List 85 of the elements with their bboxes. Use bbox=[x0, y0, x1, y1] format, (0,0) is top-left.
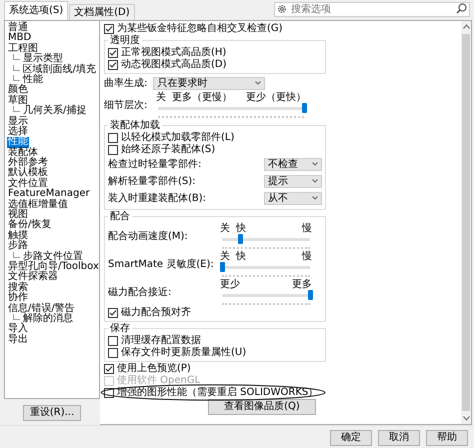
tree-item[interactable]: 普通 bbox=[7, 23, 29, 34]
search-icon[interactable] bbox=[456, 3, 467, 14]
tree-item[interactable]: 草图 bbox=[7, 96, 29, 106]
tree-item[interactable]: 触摸 bbox=[7, 230, 29, 242]
option-checkbox[interactable]: 动态视图模式高品质(D) bbox=[108, 59, 227, 70]
option-checkbox[interactable]: 磁力配合预对齐 bbox=[108, 307, 191, 318]
slider-mark-label: 关 bbox=[220, 223, 230, 234]
tree-item[interactable]: 导出 bbox=[7, 334, 29, 346]
tree-item[interactable]: 导入 bbox=[7, 324, 29, 335]
group-title: 装配体加载 bbox=[108, 120, 162, 131]
option-checkbox[interactable]: 以轻化模式加载零部件(L) bbox=[108, 132, 234, 143]
tree-item[interactable]: 文件位置 bbox=[7, 178, 49, 190]
group-title: 保存 bbox=[108, 323, 132, 334]
option-checkbox[interactable]: 清理缓存配置数据 bbox=[108, 335, 201, 346]
tree-item[interactable]: 性能 bbox=[22, 74, 44, 86]
option-checkbox[interactable]: 保存文件时更新质量属性(U) bbox=[108, 347, 246, 358]
slider-mark-label: 快 bbox=[236, 223, 246, 234]
tab[interactable]: 文档属性(D) bbox=[69, 4, 135, 20]
slider-mark-label: 慢 bbox=[302, 251, 312, 262]
slider-mark-label: 快 bbox=[236, 251, 246, 262]
dropdown[interactable]: 从不 bbox=[264, 192, 322, 204]
tree-item[interactable]: FeatureManager bbox=[7, 189, 91, 200]
tree-item[interactable]: MBD bbox=[7, 33, 32, 44]
slider-mark-label: 关 bbox=[220, 251, 230, 262]
search-field[interactable]: 搜索选项 bbox=[274, 2, 470, 17]
tree-item[interactable]: 工程图 bbox=[7, 44, 39, 54]
tree-item[interactable]: 信息/错误/警告 bbox=[7, 304, 76, 314]
tree-item[interactable]: 步路文件位置 bbox=[22, 252, 84, 262]
tree-item[interactable]: 解除的消息 bbox=[22, 314, 74, 324]
field-label: 曲率生成: bbox=[104, 76, 148, 90]
group-title: 透明度 bbox=[108, 35, 142, 46]
field-label: 检查过时轻量零部件: bbox=[108, 158, 202, 171]
slider-label: SmartMate 灵敏度(E): bbox=[108, 259, 215, 270]
option-checkbox[interactable]: 为某些钣金特征忽略自相交叉检查(G) bbox=[104, 23, 283, 34]
tree-item[interactable]: 视图 bbox=[7, 210, 29, 220]
slider-thumb[interactable] bbox=[302, 103, 307, 113]
slider-mark-label: 更多 bbox=[292, 279, 312, 290]
scrollbar[interactable] bbox=[461, 21, 471, 424]
field-label: 解析轻量零部件(S): bbox=[108, 174, 196, 188]
dropdown[interactable]: 不检查 bbox=[264, 158, 322, 170]
tree-item[interactable]: 步路 bbox=[7, 241, 29, 252]
tree-item[interactable]: 备份/恢复 bbox=[7, 220, 52, 231]
tab[interactable]: 系统选项(S) bbox=[4, 1, 68, 20]
dialog-button[interactable]: 帮助 bbox=[426, 430, 468, 446]
dialog-button[interactable]: 确定 bbox=[330, 430, 372, 446]
slider-label: 配合动画速度(M): bbox=[108, 231, 189, 242]
tree-item[interactable]: 区域剖面线/填充 bbox=[22, 64, 97, 75]
check-icon bbox=[109, 308, 117, 316]
tree-item[interactable]: 默认模板 bbox=[7, 168, 49, 179]
image-quality-button[interactable]: 查看图像品质(Q) bbox=[208, 399, 316, 415]
tree-item[interactable]: 几何关系/捕捉 bbox=[22, 106, 88, 117]
slider-thumb[interactable] bbox=[238, 234, 243, 244]
caret-icon bbox=[312, 196, 318, 200]
slider-mark-label: 慢 bbox=[302, 223, 312, 234]
option-checkbox[interactable]: 正常视图模式高品质(H) bbox=[108, 47, 226, 58]
slider-thumb[interactable] bbox=[220, 262, 225, 272]
slider-mark-label: 关 bbox=[156, 92, 166, 103]
scroll-up-icon[interactable] bbox=[462, 24, 470, 29]
scroll-down-icon[interactable] bbox=[462, 416, 470, 421]
tree-item[interactable]: 显示 bbox=[7, 116, 29, 127]
gear-icon bbox=[277, 4, 287, 14]
tree-item[interactable]: 颜色 bbox=[7, 85, 29, 96]
group-title: 配合 bbox=[108, 211, 132, 222]
slider-mark-label: 更多（更慢） bbox=[172, 92, 232, 103]
dropdown[interactable]: 只在要求时 bbox=[153, 76, 266, 90]
dropdown[interactable]: 提示 bbox=[264, 174, 322, 188]
tree-item[interactable]: 文件探索器 bbox=[7, 272, 59, 283]
slider-mark-label: 更少 bbox=[220, 279, 240, 290]
slider-mark-label: 更少（更快） bbox=[246, 92, 306, 103]
slider-thumb[interactable] bbox=[308, 290, 313, 300]
slider-label: 磁力配合接近: bbox=[108, 287, 172, 298]
tree-item[interactable]: 选择 bbox=[7, 126, 29, 138]
tree-item[interactable]: 协作 bbox=[7, 293, 29, 304]
field-label: 装入时重建装配体(B): bbox=[108, 192, 206, 205]
caret-icon bbox=[255, 81, 262, 85]
dialog-button[interactable]: 取消 bbox=[378, 430, 420, 446]
caret-icon bbox=[312, 179, 318, 183]
slider-label: 细节层次: bbox=[104, 100, 148, 111]
option-checkbox[interactable]: 始终还原子装配体(S) bbox=[108, 144, 216, 155]
tree-item[interactable]: 显示类型 bbox=[22, 54, 64, 65]
check-icon bbox=[105, 24, 113, 32]
reset-button[interactable]: 重设(R)... bbox=[22, 405, 82, 421]
caret-icon bbox=[312, 162, 318, 166]
check-icon bbox=[105, 364, 113, 372]
option-checkbox[interactable]: 使用上色预览(P) bbox=[104, 363, 191, 374]
